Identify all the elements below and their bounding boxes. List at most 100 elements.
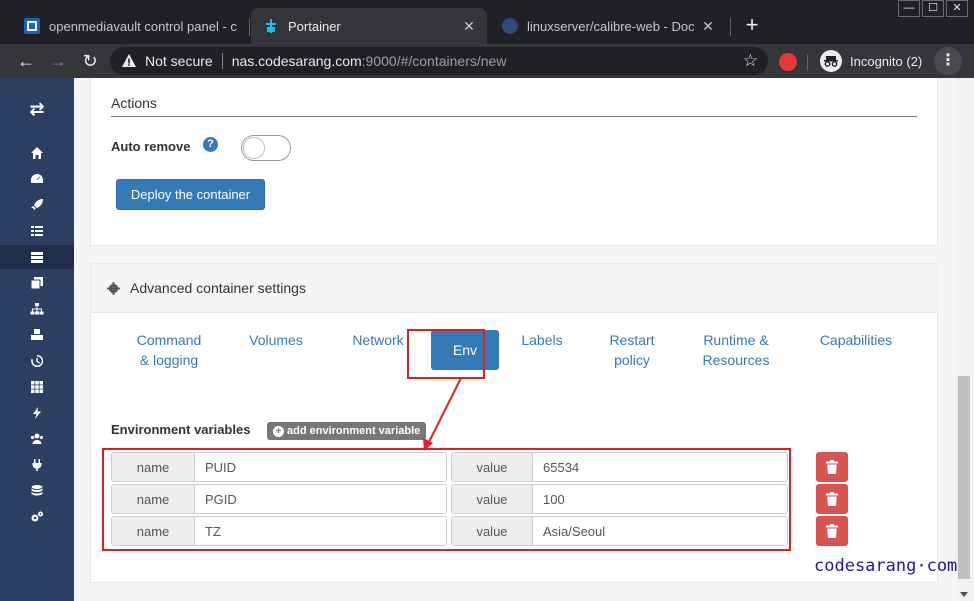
tab-command-logging[interactable]: Command & logging: [129, 330, 209, 370]
remove-env-button[interactable]: [816, 452, 848, 482]
browser-tab-portainer[interactable]: Portainer ✕: [251, 8, 487, 44]
browser-tab-omv[interactable]: openmediavault control panel - c: [12, 8, 248, 44]
browser-toolbar: ← → ↻ Not secure nas.codesarang.com:9000…: [0, 44, 974, 78]
tab-separator: [730, 18, 731, 36]
tab-label: Command: [136, 332, 202, 348]
tab-restart-policy[interactable]: Restart policy: [597, 330, 667, 370]
close-window-icon[interactable]: ✕: [946, 0, 968, 17]
list-icon[interactable]: [0, 219, 74, 243]
maximize-icon[interactable]: ☐: [922, 0, 944, 17]
divider: [111, 116, 917, 117]
cog-icon: [107, 281, 120, 295]
docker-favicon-icon: [502, 18, 518, 34]
tab-title: Portainer: [288, 18, 341, 34]
plus-circle-icon: +: [273, 425, 284, 437]
tab-label: Labels: [521, 332, 563, 348]
auto-remove-label: Auto remove: [111, 139, 191, 154]
url-host: nas.codesarang.com: [231, 53, 362, 69]
omv-favicon-icon: [24, 18, 40, 34]
tab-label: Capabilities: [819, 332, 893, 348]
tab-label: policy: [614, 352, 650, 368]
tab-network[interactable]: Network: [343, 330, 413, 350]
minimize-icon[interactable]: —: [898, 0, 920, 17]
new-tab-button[interactable]: +: [740, 14, 764, 38]
browser-tab-docker[interactable]: linuxserver/calibre-web - Docker ✕: [490, 8, 726, 44]
incognito-icon: [820, 50, 842, 72]
tab-volumes[interactable]: Volumes: [241, 330, 311, 350]
tab-title: openmediavault control panel - c: [49, 18, 237, 34]
dashboard-icon[interactable]: [0, 167, 74, 191]
deploy-container-button[interactable]: Deploy the container: [116, 179, 265, 210]
tab-title: linuxserver/calibre-web - Docker: [527, 18, 694, 34]
toggle-knob: [243, 137, 265, 159]
divider: [221, 53, 223, 69]
url-path: :9000/#/containers/new: [361, 53, 507, 69]
tab-label: Resources: [702, 352, 770, 368]
scrollbar-thumb[interactable]: [958, 376, 970, 579]
add-environment-variable-button[interactable]: + add environment variable: [267, 422, 427, 440]
tab-label: Runtime &: [703, 332, 769, 348]
env-vars-highlight: [102, 448, 791, 551]
server-icon[interactable]: [0, 245, 74, 269]
portainer-sidebar: ⇄: [0, 78, 74, 601]
menu-kebab-icon[interactable]: ⋮: [934, 47, 962, 75]
sitemap-icon[interactable]: [0, 297, 74, 321]
close-icon[interactable]: ✕: [700, 18, 716, 34]
advanced-settings-title: Advanced container settings: [130, 280, 306, 296]
actions-panel: Actions Auto remove ? Deploy the contain…: [90, 78, 938, 246]
warning-triangle-icon: [122, 54, 136, 67]
reload-icon[interactable]: ↻: [78, 49, 102, 73]
th-icon[interactable]: [0, 375, 74, 399]
portainer-favicon-icon: [263, 18, 279, 34]
rocket-icon[interactable]: [0, 193, 74, 217]
remove-env-button[interactable]: [816, 484, 848, 514]
vertical-scrollbar[interactable]: [956, 78, 974, 601]
bolt-icon[interactable]: [0, 401, 74, 425]
users-icon[interactable]: [0, 427, 74, 451]
window-controls: — ☐ ✕: [898, 0, 968, 17]
tab-separator: [249, 18, 250, 36]
forward-arrow-icon[interactable]: →: [46, 49, 70, 73]
tab-label: Restart: [609, 332, 655, 348]
home-icon[interactable]: [0, 141, 74, 165]
main-content: Actions Auto remove ? Deploy the contain…: [74, 78, 956, 601]
trash-icon: [826, 524, 838, 538]
scroll-down-icon[interactable]: [960, 592, 968, 597]
add-env-label: add environment variable: [287, 425, 421, 437]
clone-icon[interactable]: [0, 271, 74, 295]
tab-label: & logging: [139, 352, 199, 368]
tab-runtime-resources[interactable]: Runtime & Resources: [693, 330, 779, 370]
auto-remove-toggle[interactable]: [241, 135, 291, 161]
trash-icon: [826, 492, 838, 506]
advanced-tabs: Command & logging Volumes Network Env La…: [91, 330, 937, 390]
address-bar[interactable]: Not secure nas.codesarang.com:9000/#/con…: [110, 47, 768, 75]
tab-labels[interactable]: Labels: [511, 330, 573, 350]
advanced-settings-header: Advanced container settings: [91, 264, 937, 313]
incognito-label: Incognito (2): [850, 53, 923, 69]
history-icon[interactable]: [0, 349, 74, 373]
tab-label: Volumes: [249, 332, 303, 348]
extension-hand-icon[interactable]: [779, 53, 797, 71]
incognito-indicator[interactable]: Incognito (2): [820, 49, 922, 73]
tab-capabilities[interactable]: Capabilities: [809, 330, 903, 350]
tab-label: Network: [352, 332, 404, 348]
cubes-icon[interactable]: [0, 323, 74, 347]
env-tab-highlight: [407, 329, 485, 379]
page-viewport: ⇄ Actions Auto remove ? Deploy the conta…: [0, 78, 974, 601]
swap-arrows-icon[interactable]: ⇄: [25, 99, 49, 121]
browser-tabstrip: openmediavault control panel - c Portain…: [0, 0, 974, 44]
security-status: Not secure: [145, 53, 213, 69]
plug-icon[interactable]: [0, 453, 74, 477]
close-icon[interactable]: ✕: [461, 18, 477, 34]
back-arrow-icon[interactable]: ←: [14, 49, 38, 73]
cogs-icon[interactable]: [0, 505, 74, 529]
environment-variables-label: Environment variables: [111, 422, 251, 437]
actions-title: Actions: [111, 95, 157, 111]
trash-icon: [826, 460, 838, 474]
divider: [807, 54, 808, 70]
bookmark-star-icon[interactable]: ☆: [743, 51, 758, 71]
database-icon[interactable]: [0, 479, 74, 503]
watermark: codesarang·com: [814, 556, 958, 576]
remove-env-button[interactable]: [816, 516, 848, 546]
help-question-icon[interactable]: ?: [203, 137, 218, 152]
